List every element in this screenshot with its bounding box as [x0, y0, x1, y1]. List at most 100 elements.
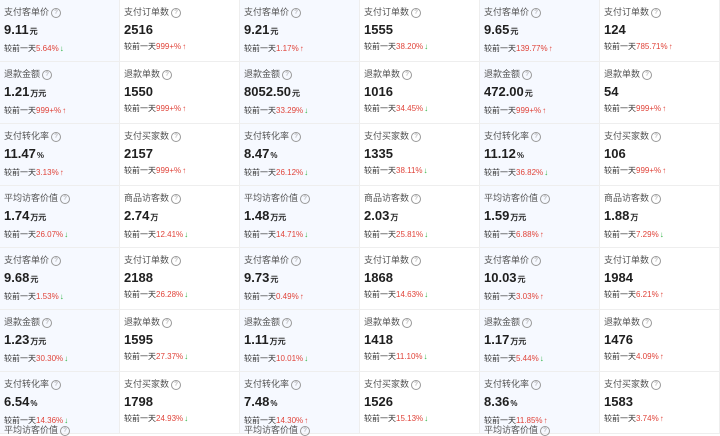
help-icon[interactable]: ?: [60, 425, 71, 436]
compare-prefix: 较前一天: [604, 414, 636, 423]
help-icon[interactable]: ?: [402, 69, 413, 80]
compare-prefix: 较前一天: [364, 352, 396, 361]
help-icon[interactable]: ?: [291, 131, 302, 142]
help-icon[interactable]: ?: [291, 7, 302, 18]
help-icon[interactable]: ?: [411, 255, 422, 266]
help-icon[interactable]: ?: [540, 193, 551, 204]
metric-card[interactable]: 支付订单数? 2188 较前一天26.28%↓: [120, 248, 240, 310]
metric-card[interactable]: 支付转化率? 8.47% 较前一天26.12%↓: [240, 124, 360, 186]
metric-card[interactable]: 退款单数? 54 较前一天999+%↑: [600, 62, 720, 124]
help-icon[interactable]: ?: [522, 317, 533, 328]
metric-card[interactable]: 支付订单数? 1555 较前一天38.20%↓: [360, 0, 480, 62]
compare-prefix: 较前一天: [244, 354, 276, 363]
help-icon[interactable]: ?: [642, 69, 653, 80]
metric-card[interactable]: 支付客单价? 9.11元 较前一天5.64%↓: [0, 0, 120, 62]
metric-card[interactable]: 退款单数? 1476 较前一天4.09%↑: [600, 310, 720, 372]
help-icon[interactable]: ?: [51, 7, 62, 18]
help-icon[interactable]: ?: [651, 379, 662, 390]
metric-card[interactable]: 商品访客数? 2.03万 较前一天25.81%↓: [360, 186, 480, 248]
help-icon[interactable]: ?: [171, 193, 182, 204]
arrow-up-icon: ↑: [662, 166, 667, 175]
metric-compare: 较前一天26.07%↓: [4, 229, 119, 241]
metric-label-text: 支付转化率: [484, 131, 530, 141]
help-icon[interactable]: ?: [651, 193, 662, 204]
metric-card[interactable]: 支付客单价? 9.65元 较前一天139.77%↑: [480, 0, 600, 62]
metric-value: 1798: [124, 393, 239, 410]
help-icon[interactable]: ?: [291, 379, 302, 390]
metric-compare: 较前一天999+%↑: [124, 41, 239, 53]
metric-card[interactable]: 退款金额? 8052.50元 较前一天33.29%↓: [240, 62, 360, 124]
metric-value-number: 1.21: [4, 84, 30, 99]
metric-card[interactable]: 支付买家数? 1335 较前一天38.11%↓: [360, 124, 480, 186]
help-icon[interactable]: ?: [651, 7, 662, 18]
help-icon[interactable]: ?: [51, 131, 62, 142]
help-icon[interactable]: ?: [51, 379, 62, 390]
help-icon[interactable]: ?: [531, 255, 542, 266]
arrow-up-icon: ↑: [62, 106, 67, 115]
help-icon[interactable]: ?: [42, 69, 53, 80]
help-icon[interactable]: ?: [411, 193, 422, 204]
compare-prefix: 较前一天: [604, 290, 636, 299]
help-icon[interactable]: ?: [642, 317, 653, 328]
metric-card[interactable]: 支付客单价? 9.21元 较前一天1.17%↑: [240, 0, 360, 62]
metric-card[interactable]: 平均访客价值? 1.48万元 较前一天14.71%↓: [240, 186, 360, 248]
metric-card[interactable]: 商品访客数? 2.74万 较前一天12.41%↓: [120, 186, 240, 248]
metric-card[interactable]: 支付客单价? 9.68元 较前一天1.53%↓: [0, 248, 120, 310]
metric-card[interactable]: 支付订单数? 2516 较前一天999+%↑: [120, 0, 240, 62]
help-icon[interactable]: ?: [522, 69, 533, 80]
help-icon[interactable]: ?: [171, 255, 182, 266]
metric-card[interactable]: 商品访客数? 1.88万 较前一天7.29%↓: [600, 186, 720, 248]
metric-compare: 较前一天27.37%↓: [124, 351, 239, 363]
metric-card[interactable]: 支付买家数? 2157 较前一天999+%↑: [120, 124, 240, 186]
metric-card[interactable]: 支付订单数? 1868 较前一天14.63%↓: [360, 248, 480, 310]
metric-card[interactable]: 支付客单价? 9.73元 较前一天0.49%↑: [240, 248, 360, 310]
metric-label-text: 退款单数: [604, 69, 641, 79]
metric-unit: 万元: [510, 213, 527, 222]
help-icon[interactable]: ?: [51, 255, 62, 266]
metric-card[interactable]: 支付转化率? 11.12% 较前一天36.82%↓: [480, 124, 600, 186]
help-icon[interactable]: ?: [282, 317, 293, 328]
help-icon[interactable]: ?: [531, 131, 542, 142]
metric-card[interactable]: 退款单数? 1550 较前一天999+%↑: [120, 62, 240, 124]
metric-card[interactable]: 平均访客价值? 1.74万元 较前一天26.07%↓: [0, 186, 120, 248]
metric-card[interactable]: 平均访客价值? 1.59万元 较前一天6.88%↑: [480, 186, 600, 248]
help-icon[interactable]: ?: [300, 425, 311, 436]
help-icon[interactable]: ?: [300, 193, 311, 204]
help-icon[interactable]: ?: [411, 7, 422, 18]
metric-card[interactable]: 支付买家数? 106 较前一天999+%↑: [600, 124, 720, 186]
metric-card[interactable]: 支付订单数? 124 较前一天785.71%↑: [600, 0, 720, 62]
metric-card[interactable]: 支付客单价? 10.03元 较前一天3.03%↑: [480, 248, 600, 310]
metric-card[interactable]: 支付转化率? 11.47% 较前一天3.13%↑: [0, 124, 120, 186]
metric-card[interactable]: 支付订单数? 1984 较前一天6.21%↑: [600, 248, 720, 310]
help-icon[interactable]: ?: [162, 317, 173, 328]
help-icon[interactable]: ?: [60, 193, 71, 204]
help-icon[interactable]: ?: [171, 131, 182, 142]
metric-card[interactable]: 退款单数? 1418 较前一天11.10%↓: [360, 310, 480, 372]
help-icon[interactable]: ?: [171, 379, 182, 390]
compare-percent: 26.28%: [156, 290, 184, 299]
metric-card[interactable]: 退款金额? 1.21万元 较前一天999+%↑: [0, 62, 120, 124]
help-icon[interactable]: ?: [540, 425, 551, 436]
metric-card[interactable]: 退款金额? 1.11万元 较前一天10.01%↓: [240, 310, 360, 372]
metric-card[interactable]: 退款单数? 1595 较前一天27.37%↓: [120, 310, 240, 372]
help-icon[interactable]: ?: [531, 7, 542, 18]
help-icon[interactable]: ?: [171, 7, 182, 18]
metric-card[interactable]: 退款金额? 1.17万元 较前一天5.44%↓: [480, 310, 600, 372]
metric-card[interactable]: 退款金额? 1.23万元 较前一天30.30%↓: [0, 310, 120, 372]
help-icon[interactable]: ?: [162, 69, 173, 80]
help-icon[interactable]: ?: [531, 379, 542, 390]
help-icon[interactable]: ?: [411, 379, 422, 390]
metric-card[interactable]: 退款金额? 472.00元 较前一天999+%↑: [480, 62, 600, 124]
metric-label: 退款单数?: [124, 68, 239, 80]
help-icon[interactable]: ?: [651, 255, 662, 266]
metric-label: 支付转化率?: [484, 130, 599, 142]
help-icon[interactable]: ?: [651, 131, 662, 142]
metric-card[interactable]: 退款单数? 1016 较前一天34.45%↓: [360, 62, 480, 124]
help-icon[interactable]: ?: [411, 131, 422, 142]
help-icon[interactable]: ?: [402, 317, 413, 328]
help-icon[interactable]: ?: [282, 69, 293, 80]
help-icon[interactable]: ?: [42, 317, 53, 328]
help-icon[interactable]: ?: [291, 255, 302, 266]
arrow-up-icon: ↑: [539, 292, 544, 301]
footer-metric-label: 平均访客价值?: [480, 424, 600, 436]
